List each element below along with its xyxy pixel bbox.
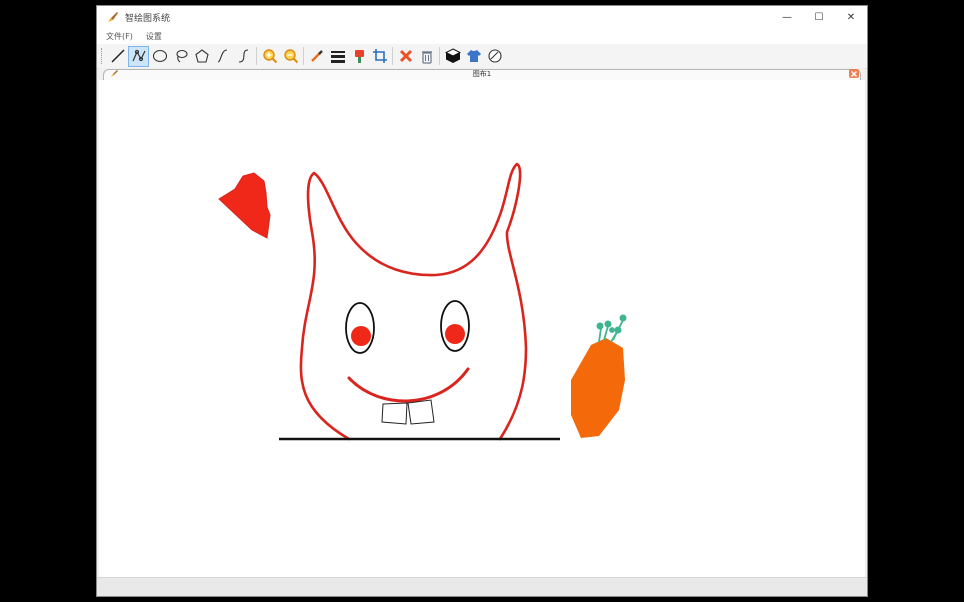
delete-icon — [399, 49, 412, 63]
color-picker-icon — [310, 50, 323, 62]
ellipse-tool-icon — [152, 49, 167, 63]
drawing-surface — [218, 162, 627, 441]
bunny-head-outline[interactable] — [299, 162, 528, 441]
delete-button[interactable] — [395, 46, 416, 67]
close-icon — [851, 70, 857, 77]
smile-curve[interactable] — [347, 367, 470, 403]
crop-button[interactable] — [369, 46, 390, 67]
ellipse-tool-button[interactable] — [149, 46, 170, 67]
app-window: 智绘图系统 — ☐ ✕ 文件(F) 设置 图布1 — [96, 5, 868, 597]
trash-button[interactable] — [416, 46, 437, 67]
fill-bucket-icon — [354, 50, 364, 63]
red-heart-shape[interactable] — [218, 172, 271, 239]
polyline-tool-icon — [131, 49, 146, 62]
left-tooth[interactable] — [381, 402, 408, 425]
color-picker-button[interactable] — [306, 46, 327, 67]
shirt-icon — [466, 50, 481, 62]
window-title: 智绘图系统 — [125, 13, 171, 24]
shirt-button[interactable] — [463, 46, 484, 67]
title-bar: 智绘图系统 — ☐ ✕ — [97, 6, 867, 28]
toolbar-separator — [392, 47, 393, 65]
lasso-tool-icon — [175, 49, 188, 63]
lasso-tool-button[interactable] — [170, 46, 191, 67]
right-pupil[interactable] — [445, 324, 465, 344]
app-brush-icon — [108, 12, 118, 22]
polyline-tool-button[interactable] — [128, 45, 149, 67]
status-bar — [97, 577, 867, 596]
fill-bucket-button[interactable] — [348, 46, 369, 67]
bezier-tool-button[interactable] — [233, 46, 254, 67]
toolbar-separator — [439, 47, 440, 65]
trash-icon — [421, 51, 432, 64]
eraser-button[interactable] — [484, 46, 505, 67]
menu-file[interactable]: 文件(F) — [106, 31, 133, 42]
zoom-in-icon — [262, 49, 277, 64]
document-title: 图布1 — [472, 70, 492, 78]
zoom-out-icon — [283, 49, 298, 64]
menu-settings[interactable]: 设置 — [146, 31, 162, 42]
drawing-canvas[interactable] — [99, 80, 865, 578]
toolbar-grip[interactable] — [101, 48, 104, 64]
toolbar-separator — [256, 47, 257, 65]
menu-bar: 文件(F) 设置 — [97, 28, 867, 44]
cube-icon — [444, 48, 461, 63]
polygon-tool-icon — [194, 49, 209, 63]
zoom-out-button[interactable] — [280, 46, 301, 67]
curve-tool-button[interactable] — [212, 46, 233, 67]
right-tooth[interactable] — [407, 399, 435, 425]
document-tab-bar: 图布1 — [99, 68, 865, 81]
toolbar — [97, 44, 867, 69]
line-width-button[interactable] — [327, 46, 348, 67]
line-tool-icon — [110, 49, 125, 63]
minimize-button[interactable]: — — [771, 6, 803, 28]
carrot-body[interactable] — [571, 338, 625, 438]
carrot-leaves[interactable] — [596, 314, 627, 343]
bezier-tool-icon — [238, 49, 248, 63]
line-width-icon — [330, 51, 345, 63]
document-close-button[interactable] — [849, 69, 859, 78]
left-pupil[interactable] — [351, 326, 371, 346]
crop-icon — [372, 49, 387, 63]
maximize-button[interactable]: ☐ — [803, 6, 835, 28]
close-button[interactable]: ✕ — [835, 6, 867, 28]
zoom-in-button[interactable] — [259, 46, 280, 67]
curve-tool-icon — [217, 49, 227, 63]
window-controls: — ☐ ✕ — [771, 6, 867, 28]
polygon-tool-button[interactable] — [191, 46, 212, 67]
toolbar-separator — [303, 47, 304, 65]
eraser-icon — [487, 49, 502, 63]
cube-button[interactable] — [442, 46, 463, 67]
line-tool-button[interactable] — [107, 46, 128, 67]
